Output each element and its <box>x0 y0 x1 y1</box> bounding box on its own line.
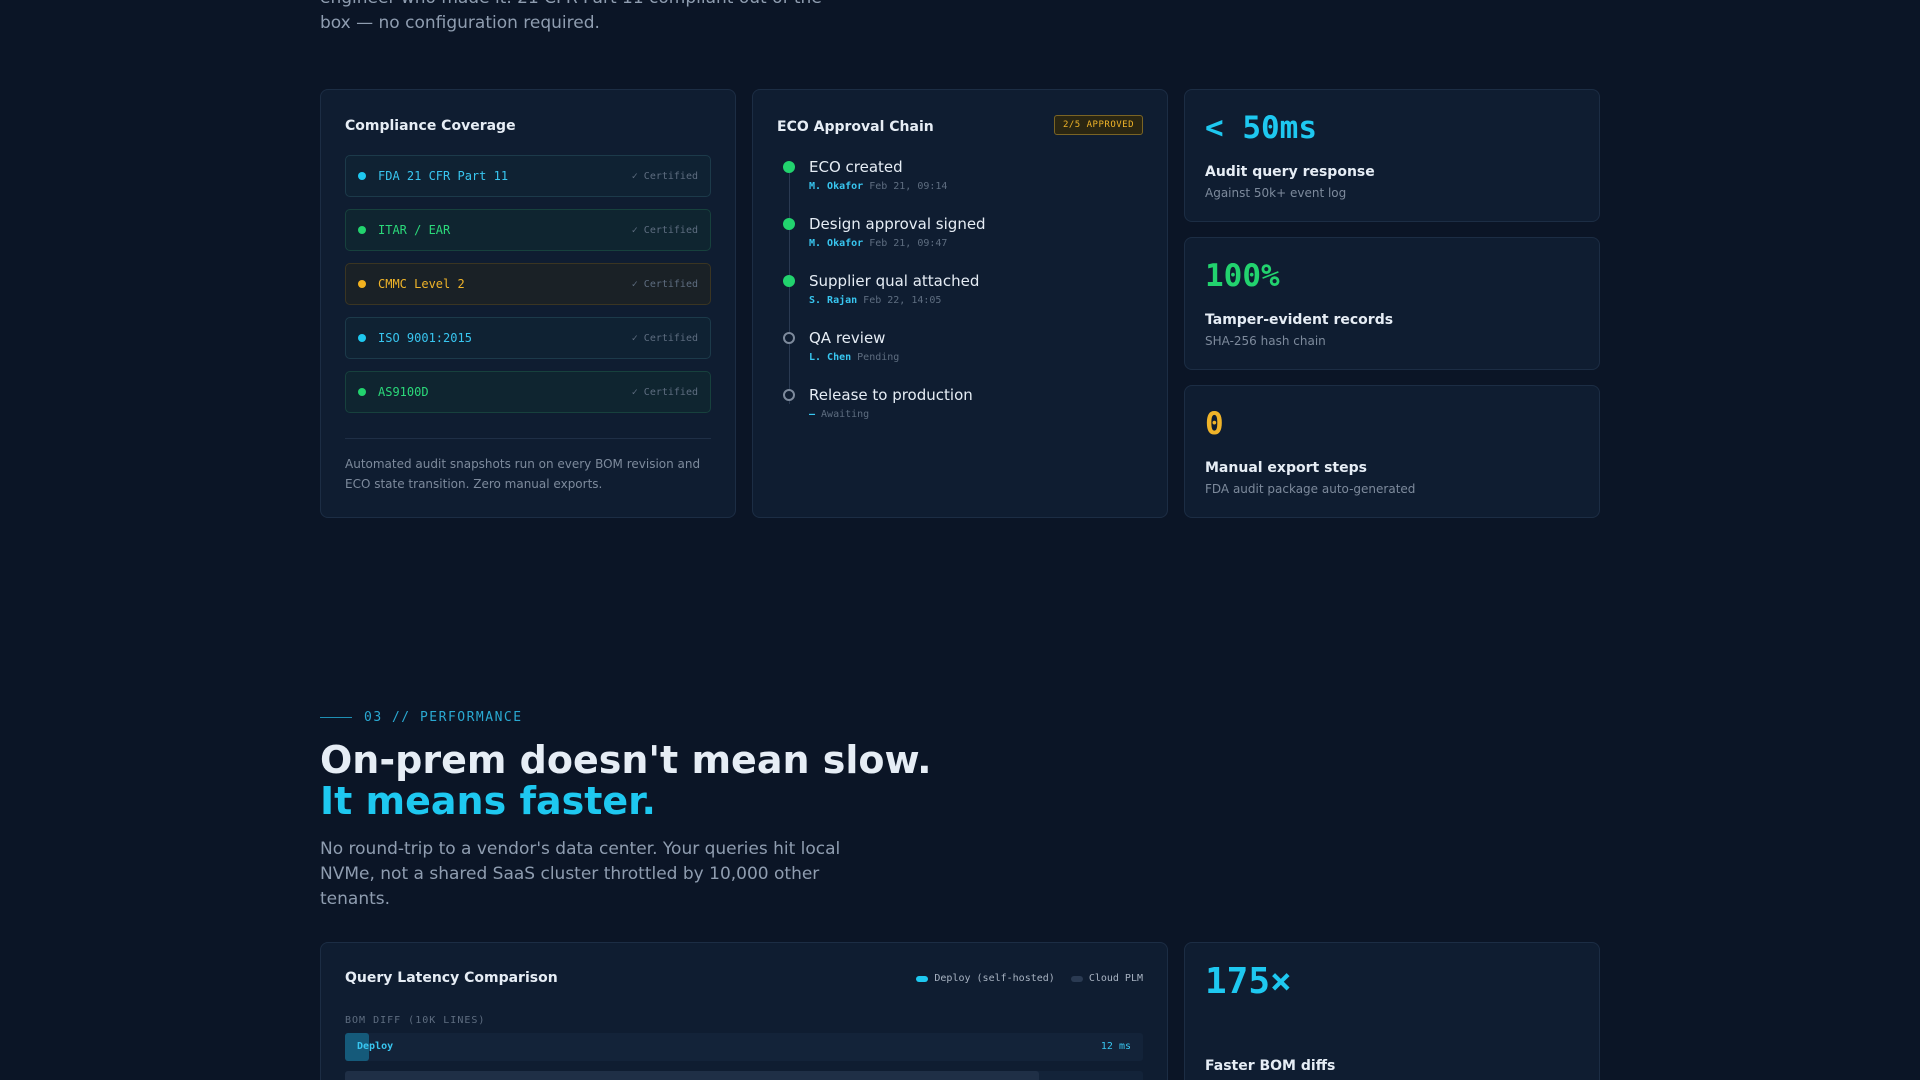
stat-subtitle: SHA-256 hash chain <box>1205 334 1326 348</box>
step-assignee: M. Okafor <box>809 181 864 192</box>
cert-status: ✓ Certified <box>631 170 698 182</box>
bar-value: 12 ms <box>1100 1041 1131 1052</box>
cert-fda-row: FDA 21 CFR Part 11 ✓ Certified <box>345 155 711 197</box>
divider <box>345 438 711 439</box>
stat-card-tamper-evident: 100% Tamper-evident records SHA-256 hash… <box>1184 237 1600 370</box>
eyebrow-line <box>320 717 352 718</box>
step-time: Feb 21, 09:47 <box>869 238 948 249</box>
step-time: Feb 21, 09:14 <box>869 181 948 192</box>
speedup-title: Faster BOM diffs <box>1205 1058 1336 1074</box>
legend-swatch-icon <box>916 975 929 982</box>
compliance-footnote: Automated audit snapshots run on every B… <box>345 457 701 491</box>
eco-approval-card: ECO Approval Chain 2/5 APPROVED ECO crea… <box>752 89 1168 518</box>
stat-value: 0 <box>1205 406 1224 442</box>
cert-status: ✓ Certified <box>631 386 698 398</box>
step-done-icon <box>783 275 795 287</box>
cert-name: CMMC Level 2 <box>378 277 465 291</box>
bar-fill-cloud <box>345 1071 1040 1080</box>
status-dot-icon <box>358 172 366 180</box>
bar-track-deploy: Deploy 12 ms <box>345 1033 1143 1061</box>
step-meta: M. Okafor Feb 21, 09:47 <box>809 238 947 249</box>
cert-name: FDA 21 CFR Part 11 <box>378 169 509 183</box>
step-done-icon <box>783 218 795 230</box>
step-time: Feb 22, 14:05 <box>863 295 942 306</box>
stat-subtitle: Against 50k+ event log <box>1205 186 1347 200</box>
stat-card-manual-export: 0 Manual export steps FDA audit package … <box>1184 385 1600 518</box>
speedup-card: 175× Faster BOM diffs <box>1184 942 1600 1080</box>
section-eyebrow: 03 // PERFORMANCE <box>364 710 523 725</box>
status-dot-icon <box>358 226 366 234</box>
status-dot-icon <box>358 334 366 342</box>
stat-card-audit-query: < 50ms Audit query response Against 50k+… <box>1184 89 1600 222</box>
eco-title: ECO Approval Chain <box>777 119 934 135</box>
legend-label: Cloud PLM <box>1088 973 1143 984</box>
approval-status-badge: 2/5 APPROVED <box>1053 115 1143 135</box>
step-pending-icon <box>783 389 795 401</box>
bar-label: Deploy <box>357 1041 394 1052</box>
step-time: Pending <box>857 352 900 363</box>
latency-comparison-card: Query Latency Comparison Deploy (self-ho… <box>320 942 1168 1080</box>
cert-name: ITAR / EAR <box>378 223 451 237</box>
step-time: Awaiting <box>821 409 870 420</box>
step-meta: — Awaiting <box>809 409 869 420</box>
step-label: QA review <box>809 329 886 347</box>
stat-title: Tamper-evident records <box>1205 312 1394 328</box>
cert-name: AS9100D <box>378 385 429 399</box>
legend-item-deploy: Deploy (self-hosted) <box>916 973 1055 984</box>
legend-swatch-icon <box>1070 975 1083 982</box>
cert-name: ISO 9001:2015 <box>378 331 472 345</box>
step-label: Design approval signed <box>809 215 986 233</box>
chart-legend: Deploy (self-hosted) Cloud PLM <box>900 973 1143 984</box>
cert-status: ✓ Certified <box>631 332 698 344</box>
step-done-icon <box>783 161 795 173</box>
speedup-value: 175× <box>1205 961 1292 1002</box>
step-label: ECO created <box>809 158 903 176</box>
section-headline: On-prem doesn't mean slow. <box>320 738 932 782</box>
step-assignee: L. Chen <box>809 352 852 363</box>
cert-itar-row: ITAR / EAR ✓ Certified <box>345 209 711 251</box>
step-pending-icon <box>783 332 795 344</box>
legend-label: Deploy (self-hosted) <box>934 973 1055 984</box>
stat-value: 100% <box>1205 258 1280 294</box>
section-headline-accent: It means faster. <box>320 779 656 823</box>
cert-iso-row: ISO 9001:2015 ✓ Certified <box>345 317 711 359</box>
step-label: Supplier qual attached <box>809 272 980 290</box>
certification-list: FDA 21 CFR Part 11 ✓ Certified ITAR / EA… <box>345 155 711 425</box>
cert-cmmc-row: CMMC Level 2 ✓ Certified <box>345 263 711 305</box>
step-assignee: M. Okafor <box>809 238 864 249</box>
status-dot-icon <box>358 388 366 396</box>
stat-title: Audit query response <box>1205 164 1375 180</box>
cert-status: ✓ Certified <box>631 224 698 236</box>
bar-category-label: BOM DIFF (10K LINES) <box>345 1015 486 1026</box>
step-assignee: — <box>809 409 816 420</box>
section-description: No round-trip to a vendor's data center.… <box>320 839 841 909</box>
stat-subtitle: FDA audit package auto-generated <box>1205 482 1416 496</box>
stat-value: < 50ms <box>1205 110 1317 146</box>
legend-item-cloud: Cloud PLM <box>1070 973 1143 984</box>
cert-as9100-row: AS9100D ✓ Certified <box>345 371 711 413</box>
compliance-title: Compliance Coverage <box>345 118 516 134</box>
step-meta: L. Chen Pending <box>809 352 899 363</box>
step-meta: M. Okafor Feb 21, 09:14 <box>809 181 947 192</box>
step-meta: S. Rajan Feb 22, 14:05 <box>809 295 941 306</box>
bar-track-cloud <box>345 1071 1143 1080</box>
step-label: Release to production <box>809 386 973 404</box>
cert-status: ✓ Certified <box>631 278 698 290</box>
stat-title: Manual export steps <box>1205 460 1367 476</box>
step-assignee: S. Rajan <box>809 295 858 306</box>
status-dot-icon <box>358 280 366 288</box>
latency-title: Query Latency Comparison <box>345 970 558 986</box>
compliance-coverage-card: Compliance Coverage FDA 21 CFR Part 11 ✓… <box>320 89 736 518</box>
intro-paragraph: engineer who made it. 21 CFR Part 11 com… <box>320 0 822 33</box>
